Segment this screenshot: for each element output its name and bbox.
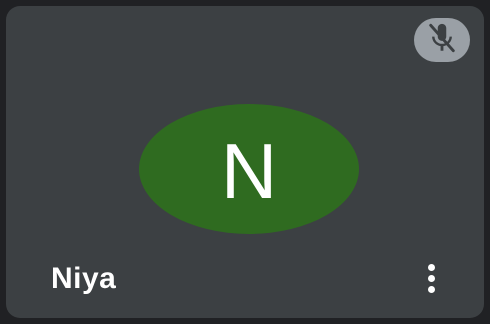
more-vert-icon	[427, 263, 435, 293]
mic-muted-indicator	[414, 18, 470, 62]
more-options-button[interactable]	[416, 256, 446, 300]
avatar: N	[139, 104, 359, 234]
participant-name: Niya	[51, 262, 117, 295]
participant-tile[interactable]: N Niya	[6, 6, 484, 318]
avatar-initial: N	[220, 127, 278, 215]
mic-off-icon	[425, 21, 459, 60]
